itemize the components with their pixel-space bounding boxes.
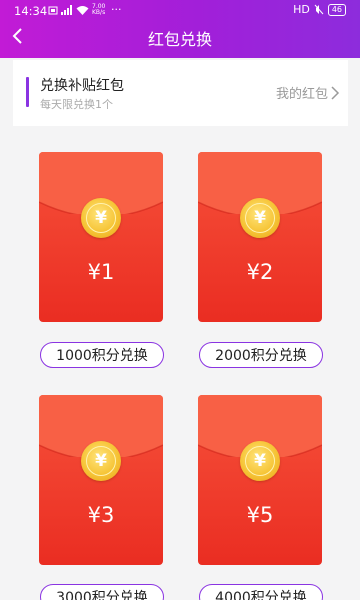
mute-icon <box>314 4 324 15</box>
top-bar: 14:34 7.00 KB/s ··· HD 46 红包兑换 <box>0 0 360 58</box>
red-packet-1[interactable]: ¥ ¥1 <box>39 152 163 322</box>
chevron-right-icon <box>331 85 340 100</box>
coin-icon: ¥ <box>81 198 121 238</box>
exchange-subtitle: 每天限兑换1个 <box>40 98 113 111</box>
status-more: ··· <box>111 3 122 16</box>
status-right-icons: HD 46 <box>293 3 346 16</box>
status-time: 14:34 <box>14 4 48 18</box>
accent-bar <box>26 77 29 107</box>
packet-amount: ¥2 <box>246 260 274 284</box>
exchange-button-2[interactable]: 2000积分兑换 <box>199 342 323 368</box>
my-packets-link[interactable]: 我的红包 <box>276 83 340 102</box>
red-packet-4[interactable]: ¥ ¥5 <box>198 395 322 565</box>
coin-icon: ¥ <box>81 441 121 481</box>
hd-label: HD <box>293 3 310 16</box>
packet-amount: ¥3 <box>87 503 115 527</box>
exchange-info-card: 兑换补贴红包 每天限兑换1个 我的红包 <box>13 60 348 126</box>
page-title: 红包兑换 <box>147 30 212 49</box>
red-packet-3[interactable]: ¥ ¥3 <box>39 395 163 565</box>
exchange-button-4[interactable]: 4000积分兑换 <box>199 584 323 600</box>
network-speed: 7.00 KB/s <box>92 2 106 16</box>
alarm-icon <box>48 6 58 14</box>
status-left-icons: 7.00 KB/s ··· <box>48 3 122 16</box>
exchange-button-1[interactable]: 1000积分兑换 <box>40 342 164 368</box>
red-packet-2[interactable]: ¥ ¥2 <box>198 152 322 322</box>
exchange-title: 兑换补贴红包 <box>40 78 124 94</box>
coin-icon: ¥ <box>240 198 280 238</box>
battery-icon: 46 <box>327 3 346 16</box>
signal-icon <box>61 4 72 15</box>
nav-bar: 红包兑换 <box>0 20 360 58</box>
status-bar: 14:34 7.00 KB/s ··· HD 46 <box>0 0 360 20</box>
packet-amount: ¥1 <box>87 260 115 284</box>
wifi-icon <box>76 5 89 15</box>
exchange-button-3[interactable]: 3000积分兑换 <box>40 584 164 600</box>
coin-icon: ¥ <box>240 441 280 481</box>
my-packets-label: 我的红包 <box>275 87 328 102</box>
packet-amount: ¥5 <box>246 503 274 527</box>
